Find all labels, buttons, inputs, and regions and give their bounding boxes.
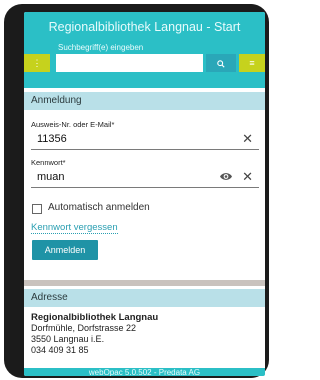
section-divider <box>24 280 265 286</box>
app-header: Regionalbibliothek Langnau - Start Suchb… <box>24 12 265 88</box>
library-name: Regionalbibliothek Langnau <box>31 312 159 323</box>
tablet-frame: Regionalbibliothek Langnau - Start Suchb… <box>4 4 269 378</box>
id-label: Ausweis-Nr. oder E-Mail* <box>31 120 115 129</box>
address-heading: Adresse <box>24 289 265 307</box>
auto-login-checkbox[interactable] <box>32 204 42 214</box>
footer: webOpac 5.0.502 - Predata AG <box>24 368 265 376</box>
auto-login-label[interactable]: Automatisch anmelden <box>48 202 150 213</box>
search-input[interactable] <box>56 54 203 72</box>
app-title: Regionalbibliothek Langnau - Start <box>48 20 241 34</box>
forgot-password-link[interactable]: Kennwort vergessen <box>31 222 118 234</box>
eye-icon[interactable] <box>219 171 233 182</box>
address-block: Regionalbibliothek Langnau Dorfmühle, Do… <box>31 312 158 356</box>
address-street: Dorfmühle, Dorfstrasse 22 <box>31 323 137 333</box>
search-label: Suchbegriff(e) eingeben <box>58 43 144 52</box>
id-field[interactable]: 11356 ✕ <box>31 130 259 150</box>
id-value[interactable]: 11356 <box>37 133 67 145</box>
password-label: Kennwort* <box>31 158 66 167</box>
password-field[interactable]: muan ✕ <box>31 168 259 188</box>
menu-icon[interactable]: ≡ <box>239 54 265 72</box>
address-city: 3550 Langnau i.E. <box>31 334 105 344</box>
address-phone: 034 409 31 85 <box>31 345 89 355</box>
search-button[interactable] <box>206 54 236 72</box>
search-icon <box>217 59 225 68</box>
close-icon[interactable]: ✕ <box>242 131 253 147</box>
search-bar: ⋮ ≡ <box>24 54 265 72</box>
login-heading: Anmeldung <box>24 92 265 110</box>
screen: Regionalbibliothek Langnau - Start Suchb… <box>24 12 265 376</box>
close-icon[interactable]: ✕ <box>242 169 253 185</box>
more-vertical-icon[interactable]: ⋮ <box>24 54 50 72</box>
password-value[interactable]: muan <box>37 171 65 183</box>
login-button[interactable]: Anmelden <box>32 240 98 260</box>
